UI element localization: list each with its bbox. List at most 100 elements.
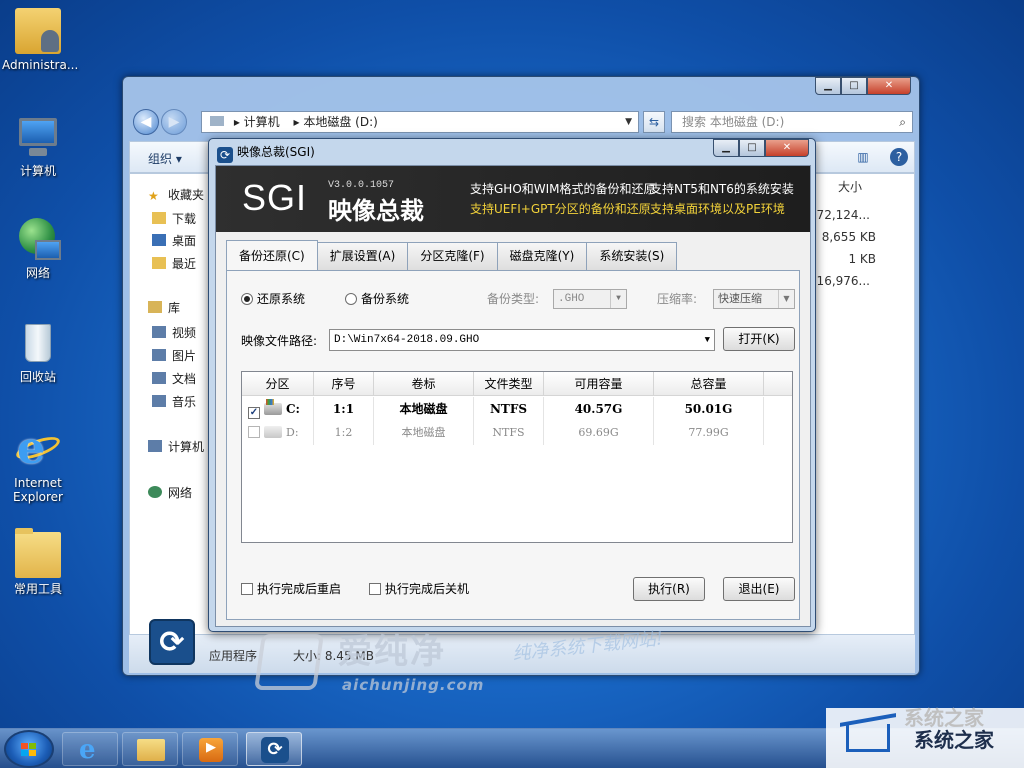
backup-system-radio[interactable]: 备份系统 xyxy=(345,291,409,307)
windows-logo-icon xyxy=(21,743,37,757)
shutdown-after-checkbox[interactable]: 执行完成后关机 xyxy=(369,581,469,597)
reboot-after-checkbox[interactable]: 执行完成后重启 xyxy=(241,581,341,597)
watermark-logo-icon xyxy=(254,634,324,690)
forward-button[interactable]: ▶ xyxy=(161,109,187,135)
partition-checkbox[interactable]: ✓ xyxy=(248,407,260,419)
column-header[interactable]: 可用容量 xyxy=(544,372,654,396)
nav-documents[interactable]: 文档 xyxy=(152,370,196,387)
help-icon[interactable]: ? xyxy=(890,148,908,166)
start-button[interactable] xyxy=(4,730,54,768)
execute-button[interactable]: 执行(R) xyxy=(633,577,705,601)
maximize-button[interactable]: □ xyxy=(841,77,867,95)
nav-recent[interactable]: 最近 xyxy=(152,255,196,272)
search-placeholder: 搜索 本地磁盘 (D:) xyxy=(682,115,785,129)
taskbar-explorer-button[interactable] xyxy=(122,732,178,766)
desktop-icon-label: 回收站 xyxy=(19,370,56,384)
version-text: V3.0.0.1057 xyxy=(328,180,395,191)
desktop-icon-recycle-bin[interactable]: 回收站 xyxy=(2,320,74,384)
watermark-brand-text: 系统之家 xyxy=(914,728,994,752)
breadcrumb-drive-d[interactable]: 本地磁盘 (D:) xyxy=(303,115,377,129)
breadcrumb-computer[interactable]: 计算机 xyxy=(244,115,280,129)
tab-extended-settings[interactable]: 扩展设置(A) xyxy=(316,242,409,270)
taskbar-ie-button[interactable]: e xyxy=(62,732,118,766)
backup-type-select[interactable]: .GHO ▼ xyxy=(553,289,627,309)
cell-drive: C: xyxy=(286,402,300,416)
image-path-field[interactable]: D:\Win7x64-2018.09.GHO ▼ xyxy=(329,329,715,351)
cell-free: 40.57G xyxy=(544,397,654,421)
desktop-icon-tools-folder[interactable]: 常用工具 xyxy=(2,528,74,596)
network-icon xyxy=(148,486,162,498)
radio-unchecked-icon xyxy=(345,293,357,305)
size-column-header[interactable]: 大小 xyxy=(838,178,862,195)
cell-label: 本地磁盘 xyxy=(374,397,474,421)
desktop-icon xyxy=(152,234,166,246)
search-input[interactable]: 搜索 本地磁盘 (D:) ⌕ xyxy=(671,111,913,133)
nav-libraries[interactable]: 库 xyxy=(148,299,180,316)
column-header[interactable]: 序号 xyxy=(314,372,374,396)
table-row[interactable]: ✓ C: 1:1 本地磁盘 NTFS 40.57G 50.01G xyxy=(242,397,792,421)
taskbar-sgi-button[interactable]: ⟳ xyxy=(246,732,302,766)
nav-pictures[interactable]: 图片 xyxy=(152,347,196,364)
table-row[interactable]: D: 1:2 本地磁盘 NTFS 69.69G 77.99G xyxy=(242,421,792,445)
nav-music[interactable]: 音乐 xyxy=(152,393,196,410)
address-bar[interactable]: ▸ 计算机 ▸ 本地磁盘 (D:) ▼ xyxy=(201,111,639,133)
organize-menu[interactable]: 组织 ▾ xyxy=(148,150,182,167)
cell-fs: NTFS xyxy=(474,421,544,445)
open-button[interactable]: 打开(K) xyxy=(723,327,795,351)
restore-system-radio[interactable]: 还原系统 xyxy=(241,291,305,307)
feature-text: 支持NT5和NT6的系统安装 xyxy=(650,182,794,196)
sgi-app-icon: ⟳ xyxy=(261,737,289,763)
cell-index: 1:1 xyxy=(314,397,374,421)
cell-total: 50.01G xyxy=(654,397,764,421)
tab-backup-restore[interactable]: 备份还原(C) xyxy=(226,240,318,270)
column-header[interactable]: 文件类型 xyxy=(474,372,544,396)
desktop-icon-computer[interactable]: 计算机 xyxy=(2,114,74,178)
dialog-body: SGI V3.0.0.1057 映像总裁 支持GHO和WIM格式的备份和还原 支… xyxy=(215,165,811,627)
taskbar-media-player-button[interactable] xyxy=(182,732,238,766)
address-dropdown-icon[interactable]: ▼ xyxy=(625,112,632,132)
nav-computer[interactable]: 计算机 xyxy=(148,438,204,455)
system-drive-icon xyxy=(264,399,282,415)
desktop-icon-internet-explorer[interactable]: e Internet Explorer xyxy=(2,426,74,505)
dialog-maximize-button[interactable]: □ xyxy=(739,139,765,157)
star-icon: ★ xyxy=(148,189,159,203)
checkbox-unchecked-icon xyxy=(241,583,253,595)
desktop-icon-network[interactable]: 网络 xyxy=(2,216,74,280)
sgi-dialog: ⟳ 映像总裁(SGI) ▁ □ ✕ SGI V3.0.0.1057 映像总裁 支持… xyxy=(208,138,816,632)
cell-drive: D: xyxy=(286,426,299,439)
nav-videos[interactable]: 视频 xyxy=(152,324,196,341)
close-button[interactable]: ✕ xyxy=(867,77,911,95)
sgi-banner: SGI V3.0.0.1057 映像总裁 支持GHO和WIM格式的备份和还原 支… xyxy=(216,166,810,232)
nav-favorites[interactable]: ★ 收藏夹 xyxy=(148,186,204,203)
partition-checkbox[interactable] xyxy=(248,426,260,438)
preview-pane-icon[interactable]: ▥ xyxy=(854,148,872,166)
desktop-icon-administrator[interactable]: Administra... xyxy=(2,8,78,72)
dialog-close-button[interactable]: ✕ xyxy=(765,139,809,157)
search-icon[interactable]: ⌕ xyxy=(899,112,906,132)
column-header[interactable]: 分区 xyxy=(242,372,314,396)
feature-text: 支持GHO和WIM格式的备份和还原 xyxy=(470,182,656,196)
compression-select[interactable]: 快速压缩 ▼ xyxy=(713,289,795,309)
desktop-icon-label: 常用工具 xyxy=(13,582,62,596)
dialog-tabs: 备份还原(C) 扩展设置(A) 分区克隆(F) 磁盘克隆(Y) 系统安装(S) xyxy=(226,240,678,270)
folder-icon xyxy=(15,528,61,578)
minimize-button[interactable]: ▁ xyxy=(815,77,841,95)
exit-button[interactable]: 退出(E) xyxy=(723,577,795,601)
column-header[interactable]: 总容量 xyxy=(654,372,764,396)
file-size: 172,124... xyxy=(808,208,870,222)
video-library-icon xyxy=(152,326,166,338)
column-header[interactable]: 卷标 xyxy=(374,372,474,396)
nav-desktop[interactable]: 桌面 xyxy=(152,232,196,249)
dialog-minimize-button[interactable]: ▁ xyxy=(713,139,739,157)
tab-system-install[interactable]: 系统安装(S) xyxy=(586,242,678,270)
refresh-button[interactable]: ⇆ xyxy=(643,111,665,133)
nav-network[interactable]: 网络 xyxy=(148,484,192,501)
back-button[interactable]: ◀ xyxy=(133,109,159,135)
internet-explorer-icon: e xyxy=(79,735,96,765)
tab-partition-clone[interactable]: 分区克隆(F) xyxy=(407,242,498,270)
chevron-down-icon[interactable]: ▼ xyxy=(705,330,710,350)
desktop-icon-label: 计算机 xyxy=(19,164,56,178)
nav-downloads[interactable]: 下载 xyxy=(152,210,196,227)
tab-disk-clone[interactable]: 磁盘克隆(Y) xyxy=(496,242,588,270)
cell-fs: NTFS xyxy=(474,397,544,421)
